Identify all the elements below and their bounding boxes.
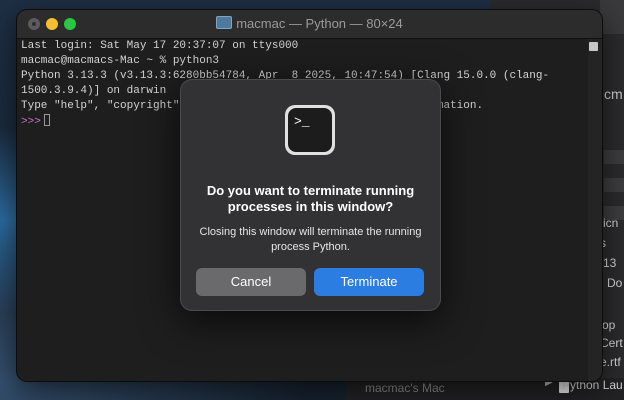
background-list-item[interactable]: Do — [607, 276, 622, 290]
terminate-dialog: >_ Do you want to terminate running proc… — [180, 79, 441, 311]
background-list-item[interactable]: 13 — [603, 256, 616, 270]
background-list-item[interactable]: e.rtf — [600, 355, 621, 369]
background-list-item[interactable]: Cert — [600, 336, 623, 350]
terminal-line: Last login: Sat May 17 20:37:07 on ttys0… — [21, 40, 299, 52]
terminate-button[interactable]: Terminate — [314, 268, 424, 296]
background-row-stripe — [604, 150, 624, 164]
text-cursor — [43, 114, 50, 126]
cancel-button[interactable]: Cancel — [196, 268, 306, 296]
background-bottom-label: macmac's Mac — [365, 381, 445, 395]
background-toolbar — [600, 0, 624, 34]
terminal-titlebar[interactable]: macmac — Python — 80×24 — [17, 10, 602, 39]
dialog-message: Closing this window will terminate the r… — [199, 226, 422, 253]
background-list-item[interactable]: op — [602, 318, 615, 332]
python-prompt: >>> — [21, 116, 41, 128]
background-row-stripe — [604, 178, 624, 192]
background-list-item[interactable]: icn — [603, 216, 618, 230]
terminal-app-icon-screen: >_ — [288, 108, 332, 152]
window-title: macmac — Python — 80×24 — [17, 16, 602, 31]
dialog-title: Do you want to terminate running process… — [206, 183, 415, 214]
terminal-line: macmac@macmacs-Mac ~ % python3 — [21, 55, 220, 67]
terminal-app-icon: >_ — [285, 105, 335, 155]
folder-icon — [216, 16, 233, 29]
background-fragment: cm — [604, 86, 623, 102]
terminal-app-icon-glyph: >_ — [294, 114, 310, 129]
window-title-text: macmac — Python — 80×24 — [236, 16, 403, 31]
